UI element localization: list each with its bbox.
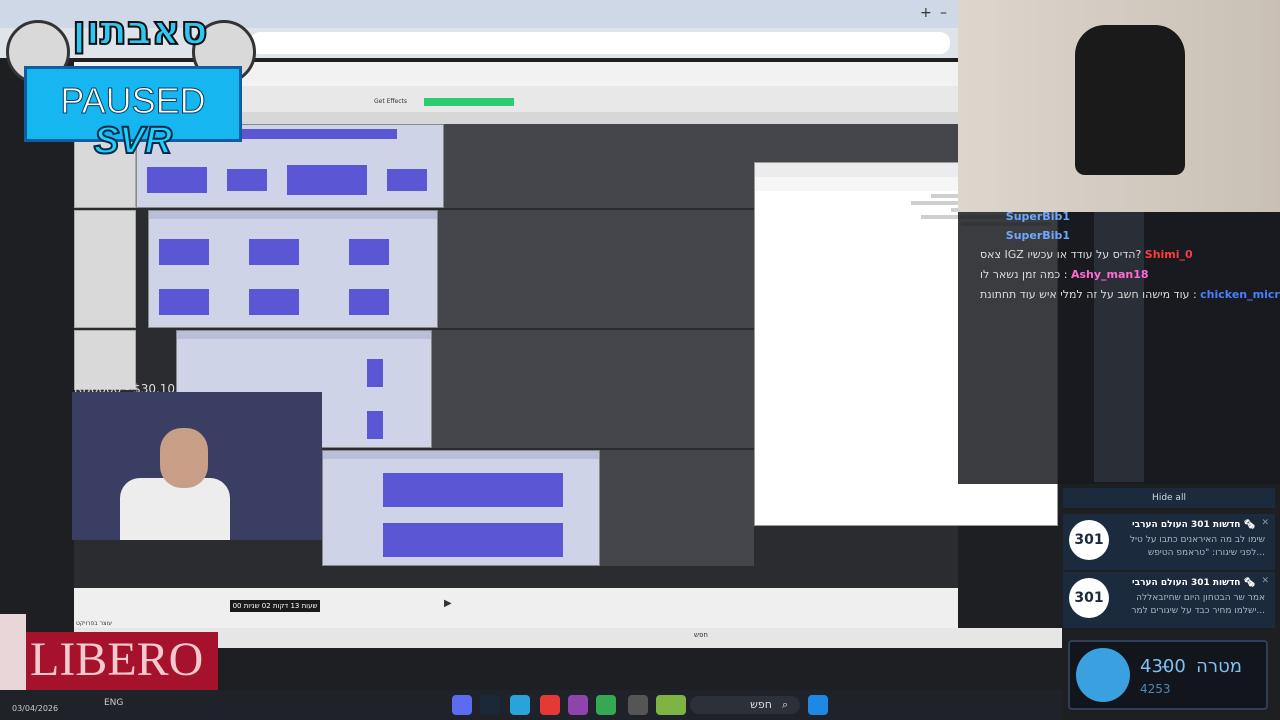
avatar bbox=[1076, 648, 1130, 702]
empty-track-area bbox=[600, 450, 754, 566]
level-meter bbox=[424, 98, 514, 106]
play-icon[interactable]: ▶ bbox=[444, 598, 452, 609]
audio-clip[interactable] bbox=[148, 210, 438, 328]
windows-taskbar bbox=[0, 690, 1062, 720]
time-display: 00 שעות 13 דקות 02 שניות bbox=[230, 600, 320, 612]
taskbar-date: 03/04/2026 bbox=[12, 704, 59, 713]
notification[interactable]: 301 חדשות 301 העולם הערבי 🗞 שימו לב מה ה… bbox=[1063, 514, 1275, 570]
chat-message: SuperBib1 bbox=[1005, 210, 1070, 223]
task-view-icon[interactable] bbox=[628, 695, 648, 715]
address-bar[interactable] bbox=[250, 32, 950, 54]
streamer-head bbox=[160, 428, 208, 488]
close-icon[interactable]: ✕ bbox=[1261, 576, 1269, 586]
chrome-icon[interactable] bbox=[596, 695, 616, 715]
timeline-ruler[interactable] bbox=[136, 112, 958, 124]
goal-value: 4300 bbox=[1140, 656, 1186, 677]
chat-message: כמה זמן נשאר לו : Ashy_man18 bbox=[980, 268, 1149, 281]
app-icon[interactable] bbox=[568, 695, 588, 715]
waveform bbox=[159, 239, 389, 315]
language-indicator[interactable]: ENG bbox=[104, 698, 123, 708]
minimize-icon[interactable]: – bbox=[940, 5, 947, 21]
empty-track-area bbox=[432, 330, 754, 448]
chat-message: צאס IGZ הדיס על עודד או עכשיו? Shimi_0 bbox=[980, 248, 1193, 261]
weather-icon[interactable] bbox=[656, 695, 686, 715]
search-icon: ⌕ bbox=[782, 698, 789, 711]
discord-icon[interactable] bbox=[452, 695, 472, 715]
chair-image bbox=[1075, 25, 1185, 175]
goal-label: מטרה bbox=[1196, 656, 1242, 677]
streamer-body bbox=[120, 478, 230, 540]
chat-message: SuperBib1 bbox=[1005, 229, 1070, 242]
close-icon[interactable]: ✕ bbox=[1261, 518, 1269, 528]
notification[interactable]: 301 חדשות 301 העולם הערבי 🗞 אמר שר הבטחו… bbox=[1063, 572, 1275, 628]
hide-all-button[interactable]: Hide all bbox=[1063, 488, 1275, 508]
telegram-icon[interactable] bbox=[510, 695, 530, 715]
inner-taskbar: חפש bbox=[74, 628, 1062, 648]
waveform bbox=[383, 473, 563, 557]
get-effects-button[interactable]: Get Effects bbox=[374, 98, 407, 105]
audio-clip[interactable] bbox=[322, 450, 600, 566]
track-header[interactable] bbox=[74, 210, 136, 328]
track-header[interactable] bbox=[74, 330, 136, 390]
windows-start-icon[interactable] bbox=[808, 695, 828, 715]
paused-label: PAUSED bbox=[60, 80, 206, 122]
app-icon[interactable] bbox=[540, 695, 560, 715]
inner-search-label[interactable]: חפש bbox=[694, 631, 708, 639]
svr-label: SVR bbox=[93, 119, 173, 163]
goal-current: 4253 bbox=[1140, 682, 1171, 696]
subathon-logo: סאבתון bbox=[71, 7, 209, 55]
status-text: עוצר בפרויקט bbox=[76, 620, 112, 627]
sponsor-label: LIBERO bbox=[30, 633, 204, 686]
news-logo: 301 bbox=[1069, 578, 1109, 618]
news-logo: 301 bbox=[1069, 520, 1109, 560]
steam-icon[interactable] bbox=[480, 695, 500, 715]
chat-message: עוד מישהו חשב על זה למלי איש עוד תחתונת … bbox=[980, 288, 1280, 301]
new-tab-icon[interactable]: + bbox=[920, 5, 932, 21]
audacity-selection-toolbar: 00 שעות 13 דקות 02 שניות ▶ עוצר בפרויקט bbox=[74, 588, 958, 632]
empty-track-area bbox=[438, 210, 754, 328]
